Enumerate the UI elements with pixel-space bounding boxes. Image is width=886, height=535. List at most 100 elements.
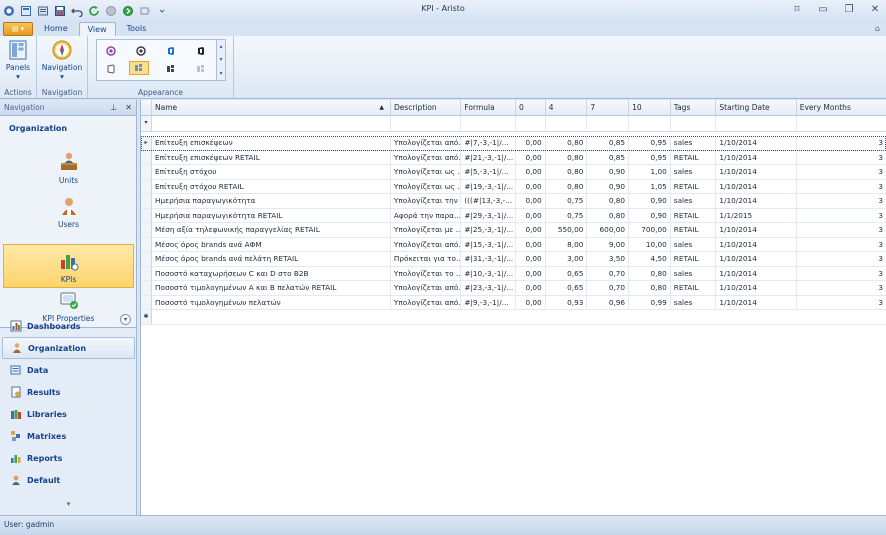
gallery-expand-icon[interactable]: ▾ [219,70,222,77]
skin-option[interactable] [131,44,151,58]
column-header-7[interactable]: 7 [587,100,630,116]
cell-col-4[interactable]: 550,00 [546,223,588,237]
tab-view[interactable]: View [78,22,116,36]
cell-formula[interactable]: #|31,-3,-1|/... [461,252,516,266]
column-header-starting-date[interactable]: Starting Date [716,100,797,116]
skin-option[interactable] [191,62,211,76]
cell-formula[interactable]: #|7,-3,-1|/... [461,136,516,150]
cell-description[interactable]: Υπολογίζεται από... [391,237,462,252]
cell-every-months[interactable]: 3 [797,136,886,150]
cell-starting-date[interactable]: 1/10/2014 [716,252,797,266]
cell-col-4[interactable]: 0,80 [546,179,588,194]
skin-option-selected[interactable] [129,61,149,75]
cell-col-0[interactable]: 0,00 [516,281,546,295]
filter-cell[interactable] [587,116,630,130]
column-header-name[interactable]: Name ▲ [152,100,391,116]
cell-description[interactable]: Υπολογίζεται την η... [391,194,462,208]
cell-tags[interactable]: sales [671,194,717,208]
gallery-up-icon[interactable]: ▴ [219,43,222,50]
cell-starting-date[interactable]: 1/10/2014 [716,281,797,295]
cell-every-months[interactable]: 3 [797,223,886,237]
nav-item-units[interactable]: Units [3,144,134,188]
new-icon[interactable] [19,4,33,18]
cell-starting-date[interactable]: 1/10/2014 [716,223,797,237]
skin-option[interactable] [161,44,181,58]
filter-cell[interactable] [516,116,546,130]
table-row[interactable]: Επίτευξη επισκέψεων RETAIL Υπολογίζεται α… [141,150,886,165]
filter-cell[interactable] [152,116,391,130]
table-row[interactable]: Μέσος όρος brands ανά ΑΦΜ Υπολογίζεται απ… [141,237,886,252]
cell-formula[interactable]: #|25,-3,-1|/... [461,223,516,237]
column-header-every-months[interactable]: Every Months [797,100,886,116]
cell-col-10[interactable]: 1,00 [629,165,671,179]
gallery-down-icon[interactable]: ▾ [219,56,222,63]
cell-formula[interactable]: (((#|13,-3,-... [461,194,516,208]
cell-tags[interactable]: sales [671,136,717,150]
cell-tags[interactable]: RETAIL [671,179,717,194]
cell-starting-date[interactable]: 1/10/2014 [716,295,797,310]
cell-tags[interactable]: RETAIL [671,223,717,237]
cell-tags[interactable]: sales [671,237,717,252]
cell-description[interactable]: Πρόκειται για το... [391,252,462,266]
cell-tags[interactable]: sales [671,165,717,179]
cell-description[interactable]: Υπολογίζεται με ... [391,223,462,237]
cell-description[interactable]: Υπολογίζεται από... [391,295,462,310]
cell-col-0[interactable]: 0,00 [516,295,546,310]
filter-cell[interactable] [391,116,462,130]
cell-starting-date[interactable]: 1/10/2014 [716,136,797,150]
column-header-formula[interactable]: Formula [461,100,516,116]
cell-col-0[interactable]: 0,00 [516,150,546,165]
cell-col-10[interactable]: 4,50 [629,252,671,266]
cell-description[interactable]: Υπολογίζεται το ... [391,266,462,281]
pin-icon[interactable]: ⊥ [110,103,117,112]
table-row[interactable]: Ημερήσια παραγωγικότητα RETAIL Αφορά την … [141,208,886,223]
save-icon[interactable] [53,4,67,18]
help-icon[interactable]: ⌂ [875,24,880,33]
cell-formula[interactable]: #|19,-3,-1|/... [461,179,516,194]
cell-col-7[interactable]: 0,85 [587,136,630,150]
nav-group-matrixes[interactable]: Matrixes [0,425,137,447]
cell-every-months[interactable]: 3 [797,296,886,310]
cell-col-10[interactable]: 0,80 [629,266,671,281]
cell-col-4[interactable]: 0,65 [546,266,588,281]
cell-col-7[interactable]: 0,70 [587,281,630,295]
filter-cell[interactable] [797,116,886,130]
cell-starting-date[interactable]: 1/10/2014 [716,150,797,165]
tab-tools[interactable]: Tools [119,22,155,36]
cell-every-months[interactable]: 3 [797,165,886,179]
cell-col-7[interactable]: 0,80 [587,194,630,208]
cell-tags[interactable]: RETAIL [671,150,717,165]
cell-name[interactable]: Μέσος όρος brands ανά πελάτη RETAIL [152,252,391,266]
go-icon[interactable] [121,4,135,18]
cell-col-7[interactable]: 0,80 [587,208,630,223]
cell-name[interactable]: Επίτευξη επισκέψεων RETAIL [152,150,391,165]
cell-col-7[interactable]: 0,96 [587,295,630,310]
undo-icon[interactable] [70,4,84,18]
cell-every-months[interactable]: 3 [797,151,886,165]
cell-description[interactable]: Υπολογίζεται ως ... [391,179,462,194]
cell-col-10[interactable]: 10,00 [629,237,671,252]
cell-name[interactable]: Μέση αξία τηλεφωνικής παραγγελίας RETAIL [152,223,391,237]
minimize-icon[interactable]: ▭ [816,3,830,15]
cell-col-4[interactable]: 0,80 [546,165,588,179]
cell-col-7[interactable]: 0,70 [587,266,630,281]
configure-buttons-icon[interactable]: ▾ [0,495,137,515]
cell-name[interactable]: Μέσος όρος brands ανά ΑΦΜ [152,237,391,252]
nav-item-users[interactable]: Users [3,188,134,232]
cell-name[interactable]: Ποσοστό τιμολογημένων πελατών [152,295,391,310]
stop-icon[interactable] [104,4,118,18]
nav-group-organization[interactable]: Organization [2,337,135,359]
cell-col-10[interactable]: 0,95 [629,136,671,150]
cell-col-0[interactable]: 0,00 [516,252,546,266]
cell-col-4[interactable]: 3,00 [546,252,588,266]
cell-tags[interactable]: sales [671,266,717,281]
skin-option[interactable] [101,44,121,58]
cell-col-10[interactable]: 0,95 [629,150,671,165]
nav-group-results[interactable]: Results [0,381,137,403]
cell-every-months[interactable]: 3 [797,180,886,194]
cell-col-4[interactable]: 0,75 [546,208,588,223]
cell-formula[interactable]: #|29,-3,-1|/... [461,208,516,223]
restore-icon[interactable]: ❐ [842,3,856,15]
cell-col-7[interactable]: 3,50 [587,252,630,266]
cell-col-10[interactable]: 1,05 [629,179,671,194]
